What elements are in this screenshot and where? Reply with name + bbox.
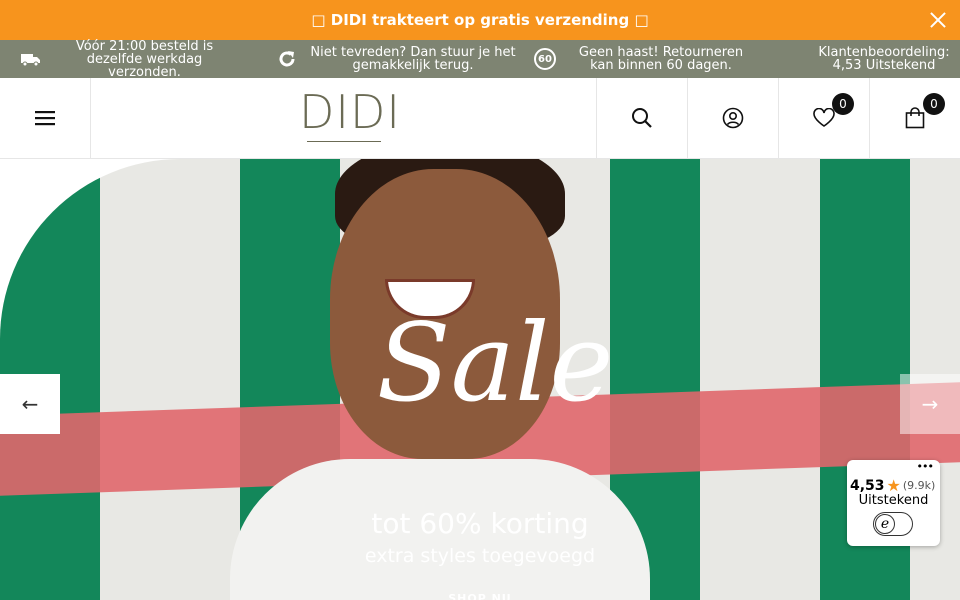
user-icon	[722, 107, 744, 129]
account-button[interactable]	[687, 78, 778, 158]
wishlist-button[interactable]: 0	[778, 78, 869, 158]
usp-text: Geen haast! Retourneren kan binnen 60 da…	[578, 45, 744, 73]
menu-button[interactable]	[0, 78, 91, 158]
more-icon[interactable]: •••	[917, 460, 934, 473]
usp-text: Niet tevreden? Dan stuur je het gemakkel…	[310, 45, 516, 73]
carousel-next-button[interactable]: →	[900, 374, 960, 434]
sixty-days-icon: 60	[534, 48, 556, 70]
arrow-right-icon: →	[921, 392, 939, 416]
shopping-bag-icon	[905, 107, 925, 129]
e-icon: e	[875, 514, 895, 534]
usp-item-return: Niet tevreden? Dan stuur je het gemakkel…	[276, 40, 518, 78]
heart-icon	[813, 108, 835, 127]
usp-item-60days: 60 Geen haast! Retourneren kan binnen 60…	[534, 40, 756, 78]
usp-item-shipping: Vóór 21:00 besteld is dezelfde werkdag v…	[20, 38, 237, 80]
usp-text: Vóór 21:00 besteld is dezelfde werkdag v…	[75, 38, 214, 80]
truck-icon	[20, 48, 42, 70]
usp-text: Klantenbeoordeling: 4,53 Uitstekend	[818, 45, 950, 73]
announcement-text: □ DIDI trakteert op gratis verzending □	[311, 11, 649, 29]
cart-button[interactable]: 0	[869, 78, 960, 158]
hero-subline: tot 60% korting	[371, 507, 589, 540]
usp-item-rating: Klantenbeoordeling: 4,53 Uitstekend	[808, 40, 960, 78]
refresh-icon	[276, 48, 298, 70]
logo[interactable]: DIDI	[299, 85, 401, 145]
search-button[interactable]	[596, 78, 687, 158]
hamburger-icon	[35, 111, 55, 126]
arrow-left-icon: ←	[21, 392, 39, 416]
close-icon[interactable]	[928, 10, 948, 30]
wishlist-count-badge: 0	[832, 93, 854, 115]
carousel-prev-button[interactable]: ←	[0, 374, 60, 434]
trusted-shops-logo: e	[873, 512, 913, 536]
usp-bar: Vóór 21:00 besteld is dezelfde werkdag v…	[0, 38, 960, 80]
hero-subline-secondary: extra styles toegevoegd	[364, 545, 596, 567]
shop-now-link[interactable]: SHOP NU	[400, 592, 560, 600]
hero-banner[interactable]: Sale tot 60% korting extra styles toegev…	[0, 159, 960, 600]
review-widget[interactable]: ••• 4,53 ★ (9.9k) Uitstekend e	[847, 460, 940, 546]
cart-count-badge: 0	[923, 93, 945, 115]
review-label: Uitstekend	[858, 493, 929, 508]
logo-text: DIDI	[299, 85, 401, 139]
logo-underline	[307, 141, 381, 142]
hero-headline: Sale	[376, 301, 614, 426]
site-header: DIDI 0 0	[0, 78, 960, 159]
search-icon	[632, 108, 652, 128]
announcement-bar: □ DIDI trakteert op gratis verzending □	[0, 0, 960, 40]
